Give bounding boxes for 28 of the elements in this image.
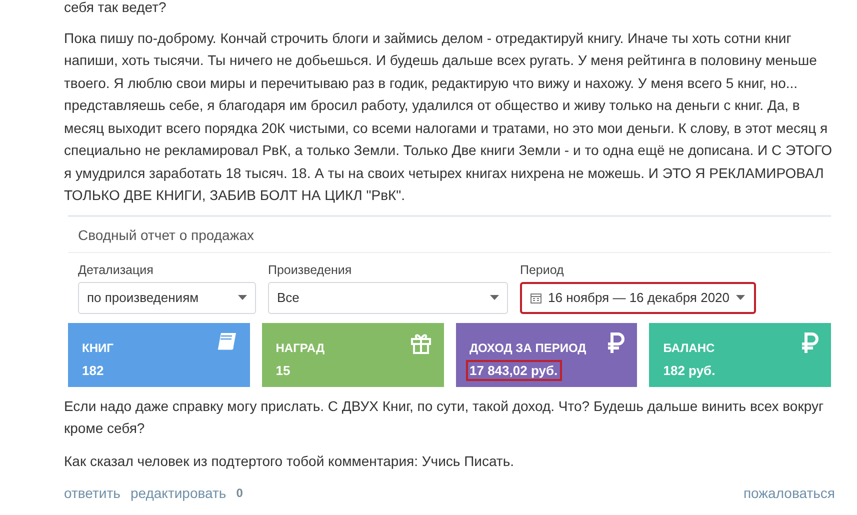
ruble-icon [801, 332, 819, 354]
ruble-icon [607, 332, 626, 354]
stat-value: 182 [81, 362, 105, 378]
report-title: Сводный отчет о продажах [68, 216, 831, 252]
stat-label: КНИГ [82, 340, 114, 354]
book-icon [216, 332, 238, 352]
select-dropdown[interactable]: Все [268, 282, 508, 314]
comment-paragraph: Пока пишу по-доброму. Кончай строчить блоги и займись делом - отредактируй книгу. Иначе ты хоть сотни книг напиши, хоть тысячи. Ты ничего не добьешься. И будешь дальше всех ругать. У меня рейтинга в половину меньше твоего. Я люблю свои миры и перечитываю раз в годик, редактирую что вижу и нахожу. У меня всего 5 книг, но... представляешь себе, я благодаря им бросил работу, удалился от общество и живу только на деньги с книг. Да, в месяц выходит всего порядка 20К чистыми, со всеми налогами и тратами, но это мои деньги. К слову, в этот месяц я специально не рекламировал РвК, а только Земли. Только Две книги Земли - и то одна ещё не дописана. И С ЭТОГО я умудрился заработать 18 тысяч. 18. А ты на своих четырех книгах нихрена не можешь. И ЭТО Я РЕКЛАМИРОВАЛ ТОЛЬКО ДВЕ КНИГИ, ЗАБИВ БОЛТ НА ЦИКЛ "РвК". [64, 28, 834, 205]
caret-icon [490, 295, 499, 300]
caret-icon [238, 295, 247, 300]
stat-label: БАЛАНС [663, 340, 715, 354]
filter-label: Произведения [268, 262, 353, 276]
stat-label: ДОХОД ЗА ПЕРИОД [470, 340, 586, 354]
filter-label: Период [520, 262, 565, 276]
filter-label: Детализация [78, 262, 154, 276]
comment-paragraph: Если надо даже справку могу прислать. С ДВУХ Книг, по сути, такой доход. Что? Будешь дальше винить всех вокруг кроме себя? [64, 396, 825, 438]
calendar-icon [530, 292, 542, 304]
select-dropdown[interactable]: по произведениям [78, 282, 256, 314]
comment-text: себя так ведет? [64, 0, 168, 17]
date-range-picker[interactable]: 16 ноября — 16 декабря 2020 [520, 282, 756, 314]
like-count: 0 [236, 486, 243, 500]
stat-value: 15 [274, 362, 292, 378]
comment-paragraph: Как сказал человек из подтертого тобой комментария: Учись Писать. [64, 452, 516, 471]
stat-value: 182 руб. [662, 362, 716, 378]
stat-value: 17 843,02 руб. [468, 362, 560, 378]
stat-label: НАГРАД [276, 340, 324, 354]
caret-icon [736, 295, 745, 300]
gift-icon [410, 332, 432, 354]
